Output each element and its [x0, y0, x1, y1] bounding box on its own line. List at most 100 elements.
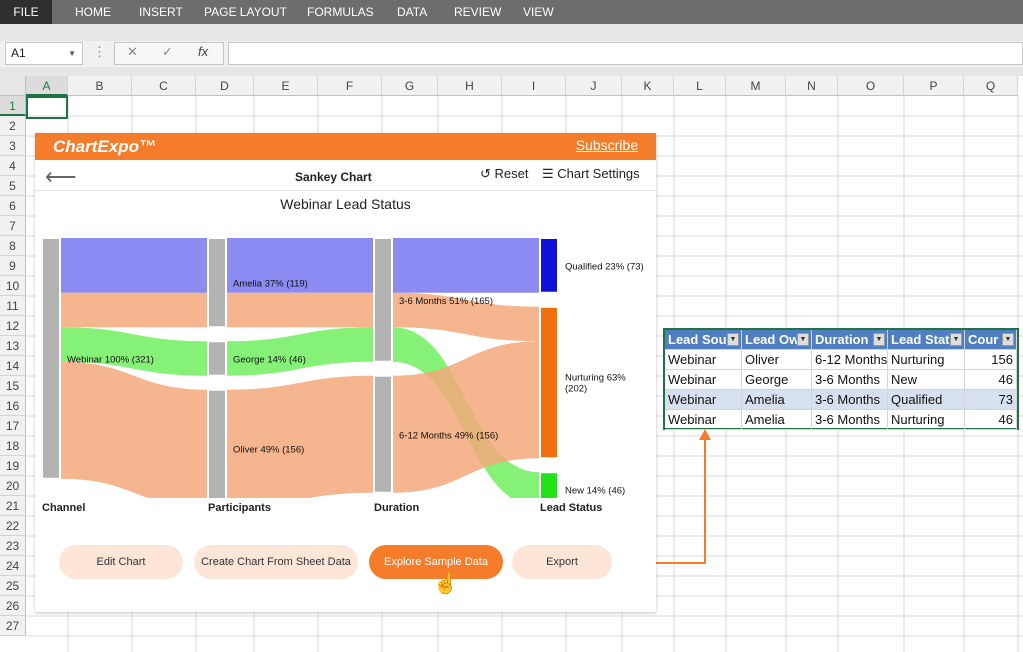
cancel-icon[interactable]: ✕: [127, 44, 138, 60]
more-icon: ⋮: [93, 44, 106, 59]
table-header[interactable]: Duration ▼: [812, 330, 888, 350]
sankey-node-nurturing[interactable]: [539, 305, 559, 460]
tab-page-layout[interactable]: PAGE LAYOUT: [198, 0, 293, 24]
filter-dropdown-icon[interactable]: ▼: [797, 333, 809, 346]
sankey-node-d612[interactable]: [373, 374, 393, 494]
sankey-link-d36-qualified[interactable]: [392, 238, 540, 293]
table-cell[interactable]: 6-12 Months: [812, 350, 888, 370]
sankey-chart[interactable]: Webinar 100% (321) Amelia 37% (119) George…: [35, 213, 656, 498]
sankey-node-label-amelia: Amelia 37% (119): [233, 279, 308, 290]
header-label: Lead Stat: [891, 332, 950, 347]
chart-settings-button[interactable]: ☰ Chart Settings: [542, 166, 640, 182]
table-header[interactable]: Lead Sour ▼: [665, 330, 742, 350]
filter-dropdown-icon[interactable]: ▼: [873, 333, 885, 346]
tab-view[interactable]: VIEW: [517, 0, 560, 24]
chevron-down-icon[interactable]: ▼: [68, 43, 76, 64]
sankey-link-webinar-amelia[interactable]: [60, 292, 208, 328]
sankey-node-qualified[interactable]: [539, 237, 559, 294]
table-header[interactable]: Lead Stat ▼: [888, 330, 965, 350]
level-label-lead-status: Lead Status: [540, 502, 603, 514]
panel-title: Sankey Chart: [295, 170, 372, 184]
table-row[interactable]: Webinar Amelia 3-6 Months Nurturing 46: [665, 410, 1017, 430]
header-label: Lead Ow: [745, 332, 800, 347]
table-cell[interactable]: Webinar: [665, 410, 742, 430]
table-cell[interactable]: 46: [965, 410, 1017, 430]
subscribe-link[interactable]: Subscribe: [576, 137, 638, 153]
reset-icon: ↺: [480, 166, 495, 181]
sankey-node-oliver[interactable]: [207, 388, 227, 498]
sankey-node-new[interactable]: [539, 471, 559, 498]
back-arrow-icon[interactable]: ⟵: [45, 164, 77, 190]
sliders-icon: ☰: [542, 166, 558, 181]
filter-dropdown-icon[interactable]: ▼: [727, 333, 739, 346]
table-cell[interactable]: Webinar: [665, 370, 742, 390]
export-button[interactable]: Export: [512, 545, 612, 579]
table-cell[interactable]: 3-6 Months: [812, 390, 888, 410]
sankey-node-label-new: New 14% (46): [565, 486, 625, 497]
formula-bar: A1 ▼ ⋮ ✕ ✓ fx: [0, 41, 1023, 67]
sankey-link-oliver-d612[interactable]: [226, 375, 374, 498]
table-row[interactable]: Webinar Oliver 6-12 Months Nurturing 156: [665, 350, 1017, 370]
table-cell[interactable]: Webinar: [665, 390, 742, 410]
table-cell[interactable]: Oliver: [742, 350, 812, 370]
tab-review[interactable]: REVIEW: [448, 0, 507, 24]
sankey-node-webinar[interactable]: [41, 237, 61, 480]
formula-input[interactable]: [228, 42, 1023, 65]
sankey-label-line: Nurturing 63%: [565, 373, 626, 384]
sankey-link-amelia-d36[interactable]: [226, 292, 374, 328]
table-header[interactable]: Lead Ow ▼: [742, 330, 812, 350]
chartexpo-panel: ChartExpo™ Subscribe ⟵ Sankey Chart ↺ Re…: [35, 133, 656, 612]
tab-home[interactable]: HOME: [69, 0, 117, 24]
table-row[interactable]: Webinar Amelia 3-6 Months Qualified 73: [665, 390, 1017, 410]
table-cell[interactable]: 3-6 Months: [812, 370, 888, 390]
sankey-label-line: (202): [565, 384, 587, 395]
table-cell[interactable]: George: [742, 370, 812, 390]
table-cell[interactable]: 73: [965, 390, 1017, 410]
active-cell[interactable]: [26, 96, 68, 119]
toolbar-divider: [35, 190, 656, 191]
table-cell[interactable]: Amelia: [742, 410, 812, 430]
name-box[interactable]: A1 ▼: [5, 42, 83, 65]
sankey-node-label-nurturing: Nurturing 63% (202): [565, 373, 626, 395]
table-cell[interactable]: Nurturing: [888, 410, 965, 430]
table-cell[interactable]: New: [888, 370, 965, 390]
enter-icon[interactable]: ✓: [162, 44, 173, 60]
sankey-link-george-d36[interactable]: [226, 327, 374, 376]
sankey-node-label-qualified: Qualified 23% (73): [565, 261, 644, 272]
sankey-link-webinar-amelia[interactable]: [60, 238, 208, 293]
sankey-node-label-webinar: Webinar 100% (321): [67, 354, 154, 365]
sankey-node-label-oliver: Oliver 49% (156): [233, 444, 304, 455]
table-cell[interactable]: 46: [965, 370, 1017, 390]
filter-dropdown-icon[interactable]: ▼: [1002, 333, 1014, 346]
name-box-value: A1: [11, 46, 26, 60]
chart-settings-label: Chart Settings: [557, 166, 640, 181]
table-cell[interactable]: Nurturing: [888, 350, 965, 370]
tab-insert[interactable]: INSERT: [133, 0, 189, 24]
sankey-node-george[interactable]: [207, 340, 227, 377]
edit-chart-button[interactable]: Edit Chart: [59, 545, 183, 579]
sankey-node-label-d36: 3-6 Months 51% (165): [399, 296, 493, 307]
table-cell[interactable]: Webinar: [665, 350, 742, 370]
sankey-node-amelia[interactable]: [207, 237, 227, 329]
hand-cursor-icon: ☝: [433, 573, 458, 595]
data-table[interactable]: Lead Sour ▼ Lead Ow ▼ Duration ▼ Lead Stat ▼…: [663, 328, 1019, 430]
sankey-node-label-d612: 6-12 Months 49% (156): [399, 430, 498, 441]
table-cell[interactable]: Amelia: [742, 390, 812, 410]
table-cell[interactable]: 156: [965, 350, 1017, 370]
sankey-link-webinar-oliver[interactable]: [60, 361, 208, 498]
tab-formulas[interactable]: FORMULAS: [301, 0, 380, 24]
table-cell[interactable]: Qualified: [888, 390, 965, 410]
reset-button[interactable]: ↺ Reset: [480, 166, 528, 182]
table-header[interactable]: Cour ▼: [965, 330, 1017, 350]
sankey-node-d36[interactable]: [373, 237, 393, 363]
create-chart-from-sheet-button[interactable]: Create Chart From Sheet Data: [194, 545, 358, 579]
filter-dropdown-icon[interactable]: ▼: [950, 333, 962, 346]
tab-file[interactable]: FILE: [0, 0, 52, 24]
tab-data[interactable]: DATA: [391, 0, 433, 24]
table-cell[interactable]: 3-6 Months: [812, 410, 888, 430]
table-header-row: Lead Sour ▼ Lead Ow ▼ Duration ▼ Lead Stat ▼…: [665, 330, 1017, 350]
table-row[interactable]: Webinar George 3-6 Months New 46: [665, 370, 1017, 390]
function-icon[interactable]: fx: [198, 44, 208, 59]
chartexpo-logo: ChartExpo™: [53, 137, 156, 156]
ribbon-tab-bar: FILE HOME INSERT PAGE LAYOUT FORMULAS DA…: [0, 0, 1023, 24]
